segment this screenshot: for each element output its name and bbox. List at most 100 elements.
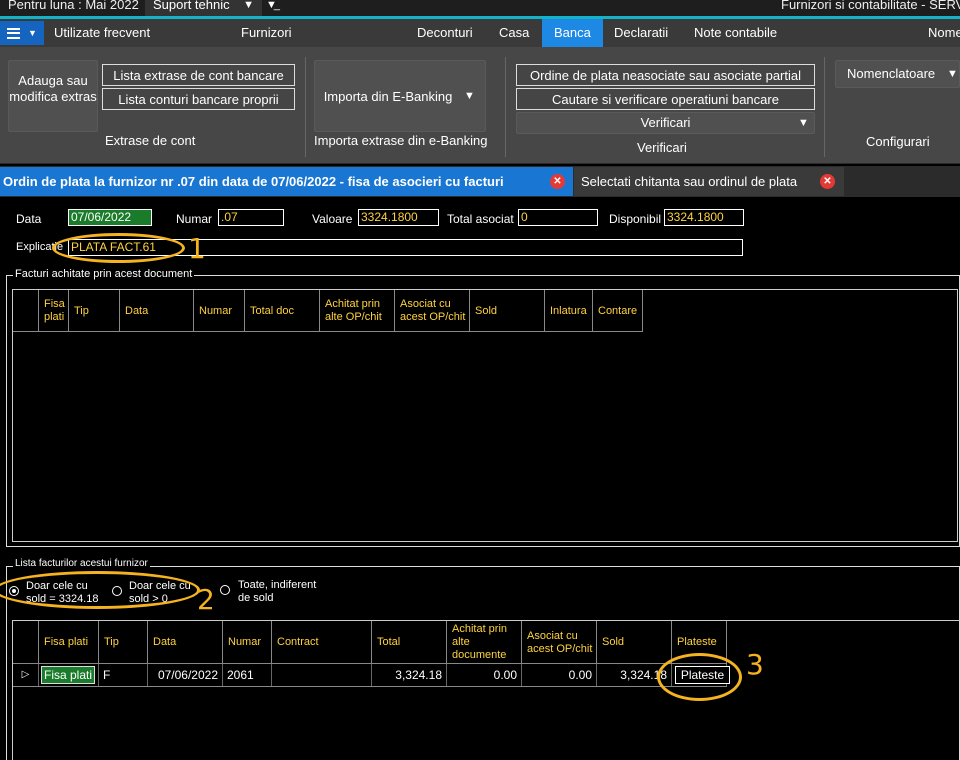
- tab-frequent[interactable]: Utilizate frecvent: [54, 19, 150, 47]
- total-cell: 3,324.18: [372, 664, 447, 686]
- disponibil-field[interactable]: 3324.1800: [664, 209, 744, 226]
- import-ebanking-button[interactable]: Importa din E-Banking: [314, 60, 486, 132]
- tab-furnizori[interactable]: Furnizori: [241, 19, 292, 47]
- annotation-label: 2: [197, 583, 215, 616]
- tab-selectati-chitanta[interactable]: Selectati chitanta sau ordinul de plata: [574, 167, 844, 196]
- close-icon[interactable]: ✕: [550, 174, 565, 189]
- radio-all[interactable]: [220, 585, 230, 595]
- row-pointer-icon: ▷: [13, 664, 39, 686]
- col-fisa-plati[interactable]: Fisa plati: [39, 290, 69, 332]
- col-achitat[interactable]: Achitat prin alte documente: [447, 621, 522, 664]
- group-label-configurari: Configurari: [866, 134, 930, 149]
- quick-access-icon[interactable]: ▼̲: [266, 0, 277, 11]
- col-asociat[interactable]: Asociat cu acest OP/chit: [395, 290, 470, 332]
- asociat-cell: 0.00: [522, 664, 597, 686]
- disponibil-label: Disponibil: [609, 212, 662, 226]
- nomenclatoare-dropdown-icon[interactable]: ▼: [947, 68, 958, 80]
- invoice-list-grid[interactable]: Fisa plati Tip Data Numar Contract Total…: [12, 620, 960, 760]
- verificari-dropdown-icon[interactable]: ▼: [798, 117, 809, 129]
- table-row[interactable]: ▷ Fisa plati F 07/06/2022 2061 3,324.18 …: [13, 664, 730, 687]
- total-asociat-label: Total asociat: [447, 212, 514, 226]
- col-data[interactable]: Data: [120, 290, 194, 332]
- ribbon-panel: Adauga sau modifica extras Lista extrase…: [0, 47, 960, 164]
- col-numar[interactable]: Numar: [223, 621, 272, 664]
- close-icon[interactable]: ✕: [820, 174, 835, 189]
- radio-all-label[interactable]: Toate, indiferent de sold: [238, 579, 322, 605]
- fisa-plati-button[interactable]: Fisa plati: [41, 666, 95, 684]
- period-label: Pentru luna : Mai 2022: [8, 0, 139, 12]
- group-label-verificari: Verificari: [637, 140, 687, 155]
- col-tip[interactable]: Tip: [99, 621, 148, 664]
- annotation-label: 3: [746, 648, 764, 681]
- fisa-plati-cell: Fisa plati: [39, 664, 99, 686]
- col-achitat[interactable]: Achitat prin alte OP/chit: [320, 290, 395, 332]
- col-sold[interactable]: Sold: [597, 621, 672, 664]
- chevron-down-icon: ▼: [243, 0, 254, 11]
- verificari-dropdown[interactable]: Verificari: [516, 112, 815, 134]
- row-indicator-header: [13, 621, 39, 664]
- valoare-label: Valoare: [312, 212, 353, 226]
- col-numar[interactable]: Numar: [194, 290, 245, 332]
- title-bar: Pentru luna : Mai 2022 Suport tehnic ▼ ▼…: [0, 0, 960, 16]
- col-total[interactable]: Total: [372, 621, 447, 664]
- list-conturi-button[interactable]: Lista conturi bancare proprii: [102, 88, 295, 110]
- col-contare[interactable]: Contare: [593, 290, 643, 332]
- col-data[interactable]: Data: [148, 621, 223, 664]
- verificari-dropdown-label: Verificari: [640, 115, 691, 130]
- app-title: Furnizori si contabilitate - SERVI: [781, 0, 960, 12]
- col-inlatura[interactable]: Inlatura: [545, 290, 593, 332]
- contract-cell: [272, 664, 372, 686]
- tab-nomenclatoare-partial[interactable]: Nome: [928, 19, 960, 47]
- achitat-cell: 0.00: [447, 664, 522, 686]
- import-dropdown-icon[interactable]: ▼: [464, 90, 475, 102]
- col-asociat[interactable]: Asociat cu acest OP/chit: [522, 621, 597, 664]
- tab-deconturi[interactable]: Deconturi: [417, 19, 473, 47]
- group-label-import: Importa extrase din e-Banking: [314, 133, 488, 148]
- valoare-field[interactable]: 3324.1800: [358, 209, 439, 226]
- support-dropdown[interactable]: Suport tehnic ▼: [145, 0, 262, 16]
- tip-cell: F: [99, 664, 148, 686]
- col-contract[interactable]: Contract: [272, 621, 372, 664]
- app-menu-button[interactable]: ▼: [0, 21, 44, 45]
- nomenclatoare-dropdown[interactable]: Nomenclatoare: [835, 60, 960, 88]
- tab-ordin-plata-label: Ordin de plata la furnizor nr .07 din da…: [3, 174, 504, 189]
- highlight-ellipse: [657, 653, 742, 701]
- total-asociat-field[interactable]: 0: [518, 209, 598, 226]
- tab-casa[interactable]: Casa: [499, 19, 529, 47]
- list-extrase-button[interactable]: Lista extrase de cont bancare: [102, 64, 295, 86]
- add-extras-button[interactable]: Adauga sau modifica extras: [8, 60, 98, 132]
- data-cell: 07/06/2022: [148, 664, 223, 686]
- nomenclatoare-label: Nomenclatoare: [847, 66, 936, 81]
- header-divider: [13, 331, 643, 332]
- highlight-ellipse: [52, 233, 185, 263]
- import-ebanking-label: Importa din E-Banking: [323, 89, 453, 104]
- hamburger-icon: [7, 27, 21, 39]
- numar-field[interactable]: .07: [218, 209, 284, 226]
- tab-declaratii[interactable]: Declaratii: [614, 19, 668, 47]
- tab-selectati-chitanta-label: Selectati chitanta sau ordinul de plata: [581, 174, 798, 189]
- tab-banca[interactable]: Banca: [542, 19, 603, 47]
- cautare-button[interactable]: Cautare si verificare operatiuni bancare: [516, 88, 815, 110]
- ribbon-tab-bar: ▼ Utilizate frecvent Furnizori Deconturi…: [0, 19, 960, 47]
- document-content: Data 07/06/2022 Numar .07 Valoare 3324.1…: [0, 197, 960, 760]
- menu-arrow-icon: ▼: [28, 28, 37, 38]
- col-total-doc[interactable]: Total doc: [245, 290, 320, 332]
- col-sold[interactable]: Sold: [470, 290, 545, 332]
- invoice-list-title: Lista facturilor acestui furnizor: [13, 558, 150, 569]
- annotation-label: 1: [188, 232, 206, 265]
- paid-invoices-grid[interactable]: Fisa plati Tip Data Numar Total doc Achi…: [12, 289, 958, 542]
- numar-cell: 2061: [223, 664, 272, 686]
- data-label: Data: [16, 212, 42, 226]
- support-label: Suport tehnic: [153, 0, 230, 12]
- paid-invoices-title: Facturi achitate prin acest document: [13, 268, 195, 280]
- ordine-plata-button[interactable]: Ordine de plata neasociate sau asociate …: [516, 64, 815, 86]
- data-field[interactable]: 07/06/2022: [68, 209, 152, 226]
- col-tip[interactable]: Tip: [69, 290, 120, 332]
- ribbon-separator: [505, 57, 506, 157]
- tab-ordin-plata[interactable]: Ordin de plata la furnizor nr .07 din da…: [0, 167, 573, 196]
- col-fisa-plati[interactable]: Fisa plati: [39, 621, 99, 664]
- tab-note-contabile[interactable]: Note contabile: [694, 19, 777, 47]
- row-indicator-header: [13, 290, 39, 332]
- group-label-extrase: Extrase de cont: [105, 133, 196, 148]
- ribbon-separator: [305, 57, 306, 157]
